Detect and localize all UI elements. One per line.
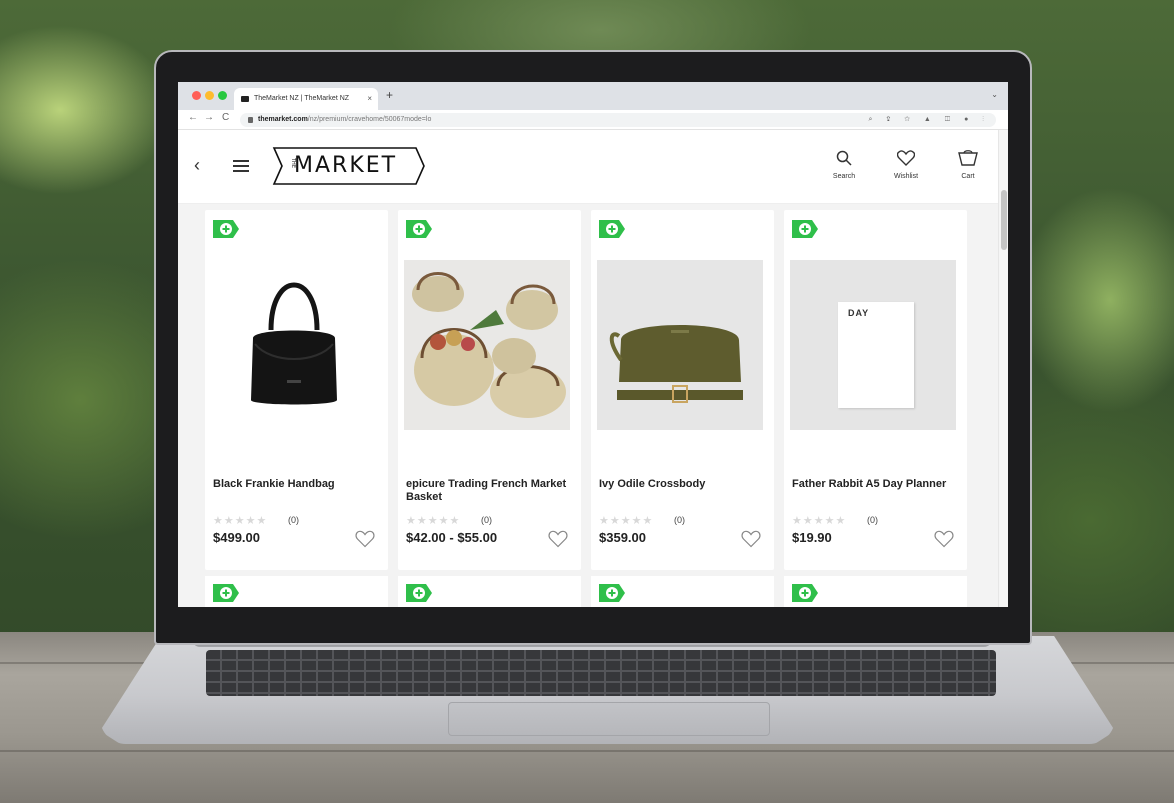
scrollbar-thumb[interactable] xyxy=(1001,190,1007,250)
maximize-window-icon[interactable] xyxy=(218,91,227,100)
badge-plus-icon xyxy=(599,584,625,602)
site-logo[interactable]: THE MARKET xyxy=(270,146,426,186)
rating-count: (0) xyxy=(481,515,492,525)
lock-icon xyxy=(248,117,253,123)
laptop-screen: TheMarket NZ | TheMarket NZ × + ⌄ ← → C … xyxy=(178,82,1008,607)
tab-close-icon[interactable]: × xyxy=(367,88,372,110)
product-card-partial[interactable] xyxy=(591,576,774,607)
badge-plus-icon xyxy=(406,220,432,238)
product-image-market-basket xyxy=(404,260,570,430)
tab-search-icon[interactable]: ⌄ xyxy=(991,90,998,99)
search-button[interactable]: Search xyxy=(824,150,864,180)
badge-plus-icon xyxy=(792,220,818,238)
planner-cover: DAY xyxy=(838,302,914,408)
wishlist-button[interactable]: Wishlist xyxy=(886,150,926,180)
laptop-keyboard xyxy=(206,650,996,696)
new-tab-icon[interactable]: + xyxy=(386,88,393,102)
browser-toolbar: ← → C themarket.com/nz/premium/cravehome… xyxy=(178,110,1008,130)
wishlist-heart-icon[interactable] xyxy=(741,530,761,548)
product-card[interactable]: DAY Father Rabbit A5 Day Planner ★★★★★ (… xyxy=(784,210,967,570)
product-price: $19.90 xyxy=(792,530,832,545)
logo-text: MARKET xyxy=(294,153,398,178)
wishlist-label: Wishlist xyxy=(893,173,919,180)
forward-nav-icon[interactable]: → xyxy=(204,112,214,123)
heart-icon xyxy=(896,150,916,166)
product-card[interactable]: Ivy Odile Crossbody ★★★★★ (0) $359.00 xyxy=(591,210,774,570)
badge-plus-icon xyxy=(213,220,239,238)
product-card-partial[interactable] xyxy=(784,576,967,607)
product-title[interactable]: Ivy Odile Crossbody xyxy=(599,478,769,491)
wishlist-heart-icon[interactable] xyxy=(355,530,375,548)
product-image-handbag xyxy=(211,260,377,430)
site-header: ‹ THE MARKET Search Wishlist Cart xyxy=(178,130,998,204)
rating-stars: ★★★★★ xyxy=(792,515,847,527)
rating-count: (0) xyxy=(288,515,299,525)
rating-stars: ★★★★★ xyxy=(406,515,461,527)
cart-button[interactable]: Cart xyxy=(948,150,988,180)
badge-plus-icon xyxy=(213,584,239,602)
tab-title: TheMarket NZ | TheMarket NZ xyxy=(254,95,350,102)
product-card-partial[interactable] xyxy=(398,576,581,607)
product-card[interactable]: Black Frankie Handbag ★★★★★ (0) $499.00 xyxy=(205,210,388,570)
tab-favicon-icon xyxy=(241,96,249,102)
wishlist-heart-icon[interactable] xyxy=(548,530,568,548)
planner-cover-text: DAY xyxy=(848,308,870,318)
cart-label: Cart xyxy=(961,173,975,180)
back-icon[interactable]: ‹ xyxy=(194,156,200,174)
product-card-partial[interactable] xyxy=(205,576,388,607)
minimize-window-icon[interactable] xyxy=(205,91,214,100)
product-image-crossbody-bag xyxy=(597,260,763,430)
address-bar[interactable]: themarket.com/nz/premium/cravehome/50067… xyxy=(240,113,996,127)
url-text: themarket.com/nz/premium/cravehome/50067… xyxy=(258,113,431,127)
rating-stars: ★★★★★ xyxy=(213,515,268,527)
product-price: $359.00 xyxy=(599,530,646,545)
toolbar-extension-icons[interactable]: ⌕ ⇪ ☆ ▲ ◫ ● ⋮ xyxy=(869,113,991,127)
back-nav-icon[interactable]: ← xyxy=(188,112,198,123)
product-title[interactable]: epicure Trading French Market Basket xyxy=(406,478,576,504)
browser-tab-strip: TheMarket NZ | TheMarket NZ × + ⌄ xyxy=(178,82,1008,110)
product-price: $499.00 xyxy=(213,530,260,545)
rating-count: (0) xyxy=(674,515,685,525)
reload-icon[interactable]: C xyxy=(222,112,229,123)
product-image-day-planner: DAY xyxy=(790,260,956,430)
badge-plus-icon xyxy=(792,584,818,602)
table-plank-line xyxy=(0,750,1174,752)
product-grid: Black Frankie Handbag ★★★★★ (0) $499.00 xyxy=(178,204,998,607)
hamburger-menu-icon[interactable] xyxy=(233,160,249,172)
url-path: /nz/premium/cravehome/50067mode=lo xyxy=(307,116,432,123)
wishlist-heart-icon[interactable] xyxy=(934,530,954,548)
product-card[interactable]: epicure Trading French Market Basket ★★★… xyxy=(398,210,581,570)
search-icon xyxy=(836,150,852,166)
laptop-trackpad xyxy=(448,702,770,736)
badge-plus-icon xyxy=(406,584,432,602)
close-window-icon[interactable] xyxy=(192,91,201,100)
badge-plus-icon xyxy=(599,220,625,238)
product-price: $42.00 - $55.00 xyxy=(406,530,498,545)
cart-icon xyxy=(958,150,978,166)
product-title[interactable]: Black Frankie Handbag xyxy=(213,478,383,491)
product-title[interactable]: Father Rabbit A5 Day Planner xyxy=(792,478,962,491)
rating-stars: ★★★★★ xyxy=(599,515,654,527)
url-host: themarket.com xyxy=(258,116,308,123)
browser-tab[interactable]: TheMarket NZ | TheMarket NZ × xyxy=(234,88,378,110)
page-scrollbar[interactable] xyxy=(998,130,1008,607)
search-label: Search xyxy=(832,173,856,180)
rating-count: (0) xyxy=(867,515,878,525)
